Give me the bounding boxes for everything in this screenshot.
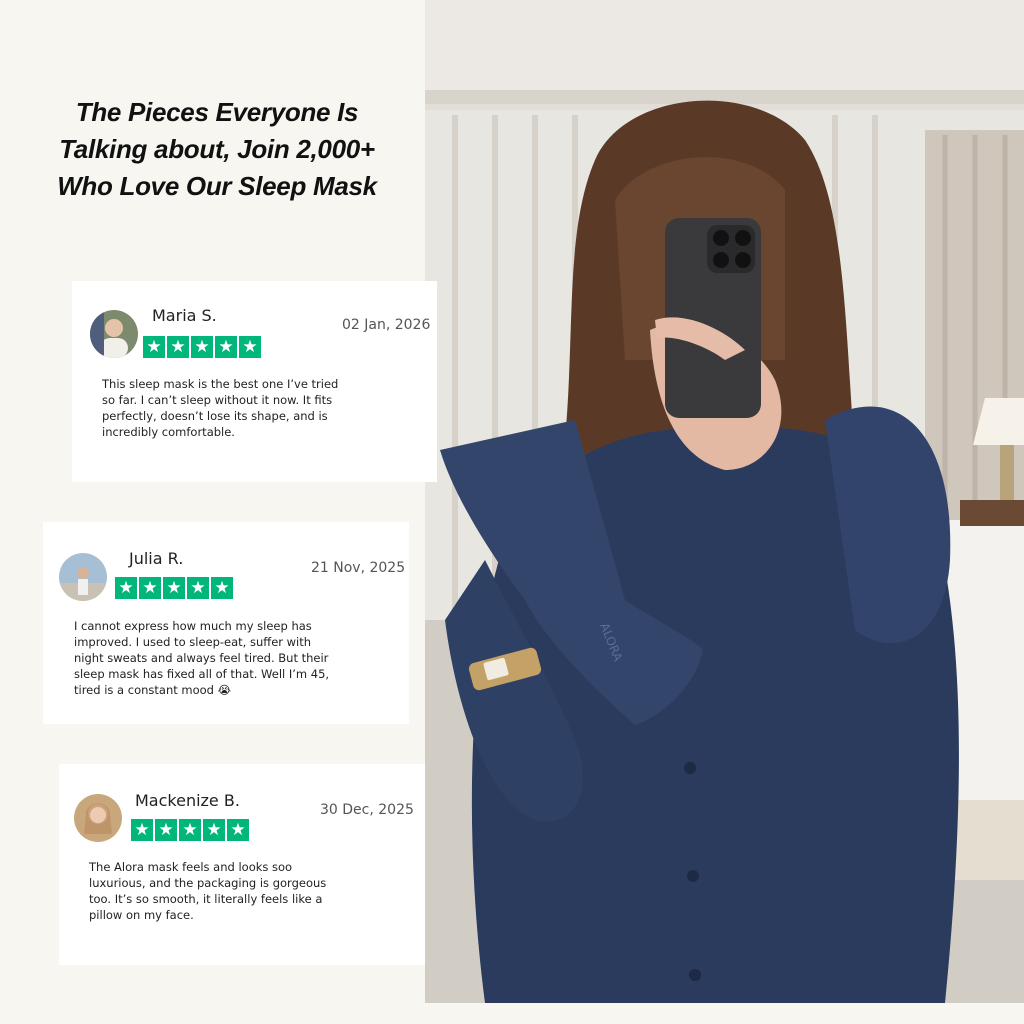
review-text: This sleep mask is the best one I’ve tri… <box>102 377 339 439</box>
review-text: The Alora mask feels and looks soo luxur… <box>89 860 327 922</box>
star-icon: ★ <box>163 577 185 599</box>
reviewer-avatar <box>74 794 122 842</box>
star-icon: ★ <box>155 819 177 841</box>
star-rating: ★ ★ ★ ★ ★ <box>143 336 261 358</box>
reviewer-avatar <box>90 310 138 358</box>
star-icon: ★ <box>215 336 237 358</box>
reviewer-name: Julia R. <box>129 549 184 568</box>
star-icon: ★ <box>227 819 249 841</box>
star-icon: ★ <box>143 336 165 358</box>
star-icon: ★ <box>203 819 225 841</box>
star-icon: ★ <box>139 577 161 599</box>
review-date: 02 Jan, 2026 <box>342 317 431 333</box>
review-card: Julia R. ★ ★ ★ ★ ★ 21 Nov, 2025 I cannot… <box>43 522 409 724</box>
lifestyle-photo: ALORA <box>425 0 1024 1003</box>
review-date: 30 Dec, 2025 <box>320 802 414 818</box>
headline-line-1: The Pieces Everyone Is <box>75 97 359 127</box>
headline: The Pieces Everyone Is Talking about, Jo… <box>20 94 414 205</box>
review-text: I cannot express how much my sleep has i… <box>74 619 330 697</box>
headline-line-3: Who Love Our Sleep Mask <box>57 171 377 201</box>
reviewer-name: Maria S. <box>152 306 217 325</box>
star-icon: ★ <box>115 577 137 599</box>
review-date: 21 Nov, 2025 <box>311 560 406 576</box>
star-icon: ★ <box>167 336 189 358</box>
star-icon: ★ <box>239 336 261 358</box>
star-icon: ★ <box>191 336 213 358</box>
review-card: Maria S. ★ ★ ★ ★ ★ 02 Jan, 2026 This sle… <box>72 281 437 482</box>
star-icon: ★ <box>211 577 233 599</box>
headline-line-2: Talking about, Join 2,000+ <box>59 134 375 164</box>
reviewer-avatar <box>59 553 107 601</box>
star-rating: ★ ★ ★ ★ ★ <box>115 577 233 599</box>
star-icon: ★ <box>179 819 201 841</box>
reviewer-name: Mackenize B. <box>135 791 240 810</box>
review-card: Mackenize B. ★ ★ ★ ★ ★ 30 Dec, 2025 The … <box>59 764 425 965</box>
star-icon: ★ <box>187 577 209 599</box>
star-rating: ★ ★ ★ ★ ★ <box>131 819 249 841</box>
star-icon: ★ <box>131 819 153 841</box>
